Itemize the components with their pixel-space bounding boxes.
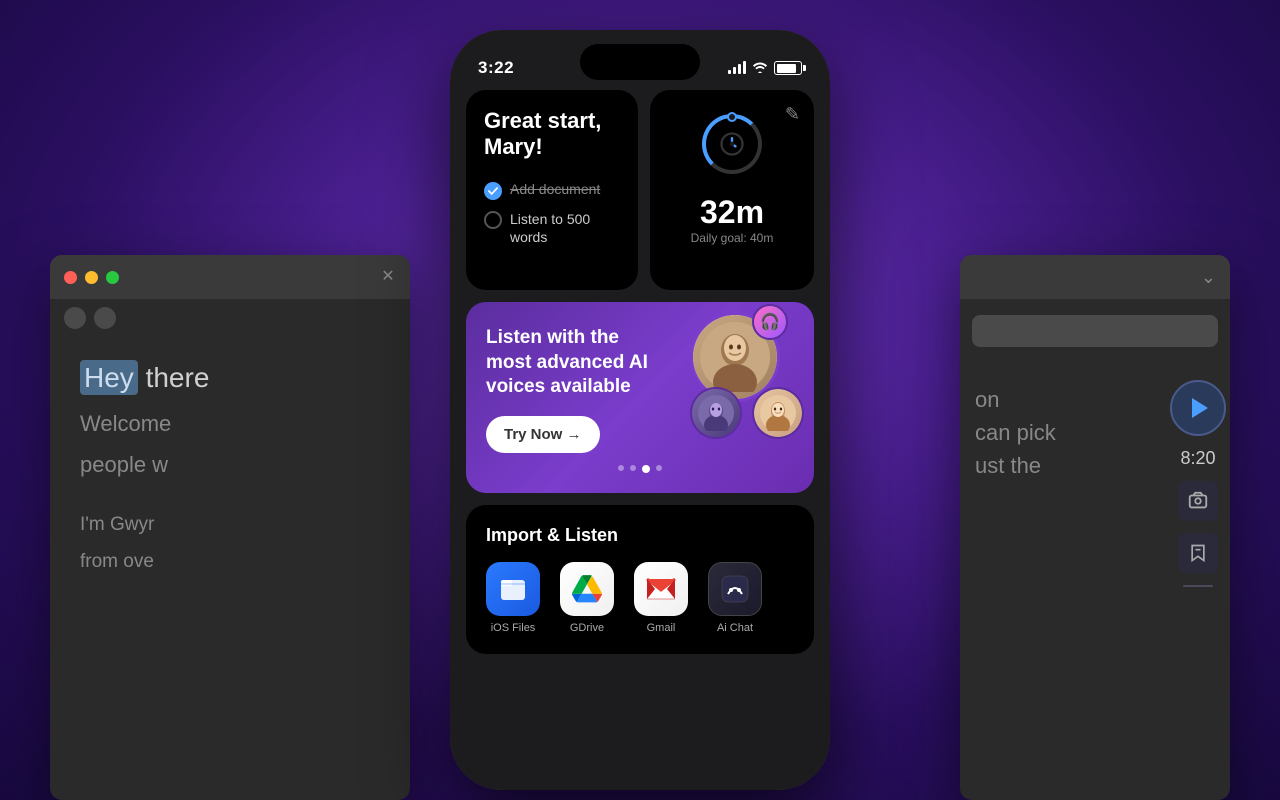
greeting-title: Great start, Mary!: [484, 108, 620, 161]
browser-controls-left: [50, 299, 410, 337]
import-item-gdrive[interactable]: GDrive: [560, 562, 614, 634]
banner-text: Listen with the most advanced AI voices …: [486, 326, 655, 400]
task-2-text: Listen to 500 words: [510, 210, 620, 246]
import-listen-section: Import & Listen iOS Files: [466, 505, 814, 654]
ios-files-icon-box: [486, 562, 540, 616]
browser-nav-btn-1: [64, 307, 86, 329]
import-title: Import & Listen: [486, 525, 794, 546]
status-icons: [728, 60, 802, 76]
import-item-ios-files[interactable]: iOS Files: [486, 562, 540, 634]
browser-line2: Welcome: [80, 407, 380, 440]
dot-3-active[interactable]: [642, 465, 650, 473]
task-check-empty-icon: [484, 211, 502, 229]
dot-1[interactable]: [618, 465, 624, 471]
avatar-sm-1-img: [692, 389, 740, 437]
signal-icon: [728, 62, 746, 74]
play-icon: [1192, 398, 1208, 418]
gdrive-icon-box: [560, 562, 614, 616]
timer-widget: ✎ 32m Daily goal: 40m: [650, 90, 814, 290]
aichat-label: Ai Chat: [717, 622, 753, 634]
aichat-svg: [720, 574, 750, 604]
avatar-sm-2-img: [754, 389, 802, 437]
timer-value: 32m: [664, 194, 800, 231]
browser-titlebar-left: ✕: [50, 255, 410, 299]
battery-fill: [777, 64, 797, 73]
task-item-2[interactable]: Listen to 500 words: [484, 210, 620, 246]
screenshot-icon[interactable]: [1178, 481, 1218, 521]
browser-collapse-button[interactable]: ⌄: [1201, 267, 1216, 288]
gmail-icon-box: [634, 562, 688, 616]
wifi-icon: [752, 60, 768, 76]
highlight-hey-text: Hey: [80, 360, 138, 395]
ios-files-svg: [498, 574, 528, 604]
ios-files-label: iOS Files: [491, 622, 536, 634]
traffic-light-red[interactable]: [64, 271, 77, 284]
browser-titlebar-right: ⌄: [960, 255, 1230, 299]
dynamic-island: [580, 44, 700, 80]
search-bar[interactable]: [972, 315, 1218, 347]
ai-voices-banner: Listen with the most advanced AI voices …: [466, 302, 814, 493]
browser-line3: people w: [80, 448, 380, 481]
timer-icon: [718, 130, 746, 158]
traffic-light-yellow[interactable]: [85, 271, 98, 284]
gmail-label: Gmail: [647, 622, 676, 634]
task-1-text: Add document: [510, 181, 600, 197]
timer-circle: [702, 114, 762, 174]
browser-close-button[interactable]: ✕: [380, 269, 396, 285]
dot-2[interactable]: [630, 465, 636, 471]
bookmark-icon[interactable]: [1178, 533, 1218, 573]
avatar-woman2-svg: [760, 395, 796, 431]
banner-avatars: 🎧: [690, 312, 804, 439]
play-button[interactable]: [1170, 380, 1226, 436]
import-icons-row: iOS Files: [486, 562, 794, 634]
avatar-headphone-badge: 🎧: [752, 304, 788, 340]
aichat-icon-box: [708, 562, 762, 616]
right-control-strip: 8:20: [1168, 380, 1228, 587]
gmail-svg: [645, 577, 677, 601]
widgets-row: Great start, Mary! Add document Listen t…: [466, 90, 814, 290]
greeting-widget: Great start, Mary! Add document Listen t…: [466, 90, 638, 290]
task-check-done-icon: [484, 182, 502, 200]
avatar-sm-1: [690, 387, 742, 439]
gdrive-svg: [572, 575, 602, 603]
traffic-light-green[interactable]: [106, 271, 119, 284]
task-item-1[interactable]: Add document: [484, 181, 620, 200]
import-item-gmail[interactable]: Gmail: [634, 562, 688, 634]
phone-screen: 3:22: [450, 30, 830, 790]
browser-line5: from ove: [80, 548, 380, 577]
import-item-ai-chat[interactable]: Ai Chat: [708, 562, 762, 634]
gdrive-label: GDrive: [570, 622, 604, 634]
browser-nav-btn-2: [94, 307, 116, 329]
status-time: 3:22: [478, 58, 514, 78]
timer-goal: Daily goal: 40m: [664, 231, 800, 245]
browser-line4: I'm Gwyr: [80, 511, 380, 540]
try-now-button[interactable]: Try Now →: [486, 416, 600, 453]
phone-main-content: Great start, Mary! Add document Listen t…: [450, 90, 830, 654]
avatar-sm-2: [752, 387, 804, 439]
dot-4[interactable]: [656, 465, 662, 471]
browser-content-left: Hey there Welcome people w I'm Gwyr from…: [50, 337, 410, 596]
timer-dot: [727, 112, 737, 122]
left-browser-window: ✕ Hey there Welcome people w I'm Gwyr fr…: [50, 255, 410, 800]
playback-time: 8:20: [1180, 448, 1215, 469]
timer-edit-button[interactable]: ✎: [785, 104, 800, 125]
banner-pagination-dots: [486, 465, 794, 473]
headphone-icon: 🎧: [760, 312, 780, 332]
browser-there-text: there: [138, 362, 210, 393]
battery-icon: [774, 61, 802, 75]
avatar-woman1-svg: [698, 395, 734, 431]
phone-device: 3:22: [450, 30, 830, 790]
divider: [1183, 585, 1213, 587]
browser-text-line1: Hey there: [80, 357, 380, 399]
browser-searchbar-right: [960, 299, 1230, 363]
